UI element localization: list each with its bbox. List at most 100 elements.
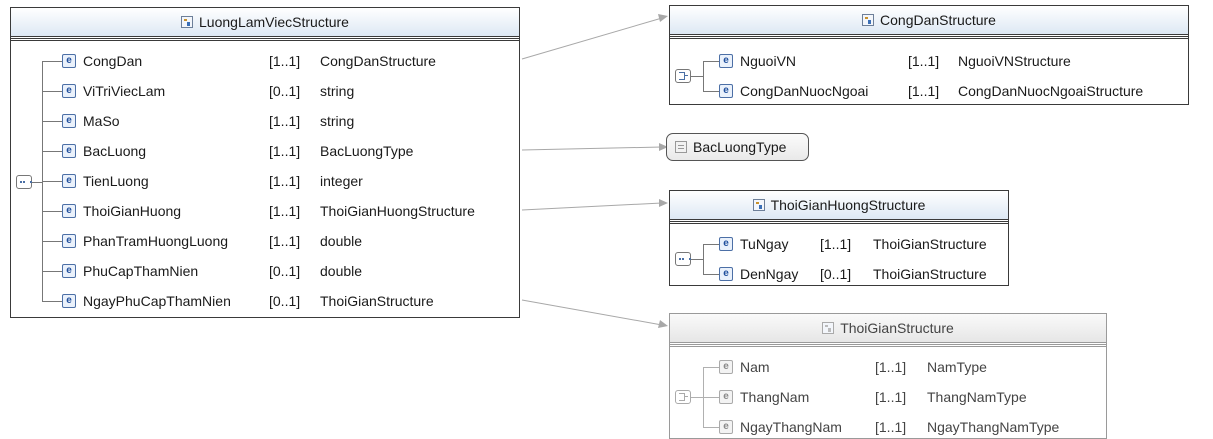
- congdan-box-title: CongDanStructure: [880, 12, 996, 28]
- element-icon: e: [62, 174, 76, 188]
- congdan-box-header[interactable]: CongDanStructure: [670, 6, 1188, 35]
- thoi-gian-huong-structure-box[interactable]: ThoiGianHuongStructure e TuNgay [1..1] T…: [669, 190, 1009, 286]
- element-type: double: [320, 263, 363, 279]
- element-row-ngaythangnam[interactable]: e NgayThangNam [1..1] NgayThangNamType: [670, 415, 1100, 439]
- branch-line: [42, 91, 62, 92]
- cong-dan-structure-box[interactable]: CongDanStructure e NguoiVN [1..1] NguoiV…: [669, 5, 1189, 105]
- luong-box-content: e CongDan [1..1] CongDanStructure e ViTr…: [11, 38, 519, 317]
- element-row-congdannuocngoai[interactable]: e CongDanNuocNgoai [1..1] CongDanNuocNgo…: [670, 79, 1185, 103]
- structure-icon: [752, 199, 765, 211]
- element-cardinality: [0..1]: [820, 266, 852, 282]
- branch-line: [703, 427, 719, 428]
- element-type: NguoiVNStructure: [958, 53, 1071, 69]
- element-cardinality: [1..1]: [875, 359, 907, 375]
- element-type: string: [320, 83, 355, 99]
- branch-line: [703, 91, 719, 92]
- element-row-thangnam[interactable]: e ThangNam [1..1] ThangNamType: [670, 385, 1100, 409]
- thoigianhuong-box-header[interactable]: ThoiGianHuongStructure: [670, 191, 1008, 220]
- element-cardinality: [1..1]: [269, 143, 301, 159]
- element-icon: e: [62, 114, 76, 128]
- luong-box-header[interactable]: LuongLamViecStructure: [11, 8, 519, 37]
- element-row-ngayphucapthamnien[interactable]: e NgayPhuCapThamNien [0..1] ThoiGianStru…: [11, 289, 511, 313]
- compositor-connector: [691, 76, 703, 77]
- element-cardinality: [0..1]: [269, 293, 301, 309]
- element-icon: e: [62, 264, 76, 278]
- structure-icon: [822, 322, 835, 334]
- element-cardinality: [1..1]: [269, 203, 301, 219]
- element-row-phantramhuongluong[interactable]: e PhanTramHuongLuong [1..1] double: [11, 229, 511, 253]
- element-type: ThoiGianHuongStructure: [320, 203, 475, 219]
- element-name: Nam: [740, 359, 770, 375]
- luong-lam-viec-structure-box[interactable]: LuongLamViecStructure e CongDan [1..1] C…: [10, 7, 520, 318]
- element-row-vitrivieclam[interactable]: e ViTriViecLam [0..1] string: [11, 79, 511, 103]
- element-cardinality: [0..1]: [269, 83, 301, 99]
- element-row-tienluong[interactable]: e TienLuong [1..1] integer: [11, 169, 511, 193]
- element-cardinality: [1..1]: [269, 113, 301, 129]
- element-name: NguoiVN: [740, 53, 797, 69]
- element-type: CongDanNuocNgoaiStructure: [958, 83, 1144, 99]
- element-row-denngay[interactable]: e DenNgay [0..1] ThoiGianStructure: [670, 262, 1005, 286]
- element-type: integer: [320, 173, 363, 189]
- branch-line: [42, 301, 62, 302]
- structure-icon: [181, 16, 194, 28]
- element-cardinality: [0..1]: [269, 263, 301, 279]
- thoigian-box-content: e Nam [1..1] NamType e ThangNam [1..1] T…: [670, 344, 1106, 438]
- thoigian-box-header[interactable]: ThoiGianStructure: [670, 314, 1106, 343]
- element-icon: e: [62, 144, 76, 158]
- element-icon: e: [719, 237, 733, 251]
- element-row-congdan[interactable]: e CongDan [1..1] CongDanStructure: [11, 49, 511, 73]
- element-name: ThangNam: [740, 389, 810, 405]
- branch-line: [703, 61, 719, 62]
- element-type: ThoiGianStructure: [873, 266, 987, 282]
- element-icon: e: [719, 420, 733, 434]
- simple-type-label: BacLuongType: [693, 139, 787, 155]
- arrow-head: [658, 14, 668, 22]
- branch-line: [42, 181, 62, 182]
- congdan-box-content: e NguoiVN [1..1] NguoiVNStructure e Cong…: [670, 36, 1188, 104]
- structure-icon: [862, 14, 875, 26]
- element-type: ThoiGianStructure: [873, 236, 987, 252]
- bac-luong-type-node[interactable]: BacLuongType: [666, 133, 809, 161]
- thoi-gian-structure-box[interactable]: ThoiGianStructure e Nam [1..1] NamType e…: [669, 313, 1107, 439]
- element-icon: e: [719, 390, 733, 404]
- element-name: TienLuong: [83, 173, 149, 189]
- element-name: MaSo: [83, 113, 120, 129]
- element-name: TuNgay: [740, 236, 789, 252]
- link-thoigianhuong: [521, 202, 663, 211]
- element-name: ThoiGianHuong: [83, 203, 182, 219]
- element-icon: e: [62, 54, 76, 68]
- element-row-phucapthamnien[interactable]: e PhuCapThamNien [0..1] double: [11, 259, 511, 283]
- element-cardinality: [1..1]: [875, 419, 907, 435]
- element-type: double: [320, 233, 363, 249]
- branch-line: [42, 151, 62, 152]
- branch-line: [703, 367, 719, 368]
- element-name: BacLuong: [83, 143, 147, 159]
- element-name: NgayPhuCapThamNien: [83, 293, 231, 309]
- element-icon: e: [62, 294, 76, 308]
- element-icon: e: [719, 267, 733, 281]
- element-icon: e: [62, 234, 76, 248]
- thoigianhuong-box-content: e TuNgay [1..1] ThoiGianStructure e DenN…: [670, 221, 1008, 285]
- element-row-bacluong[interactable]: e BacLuong [1..1] BacLuongType: [11, 139, 511, 163]
- element-cardinality: [1..1]: [908, 53, 940, 69]
- element-row-nam[interactable]: e Nam [1..1] NamType: [670, 355, 1100, 379]
- element-row-nguoivn[interactable]: e NguoiVN [1..1] NguoiVNStructure: [670, 49, 1185, 73]
- link-thoigian: [521, 299, 663, 326]
- thoigian-box-title: ThoiGianStructure: [840, 320, 954, 336]
- arrow-head: [658, 320, 668, 328]
- element-name: DenNgay: [740, 266, 799, 282]
- element-row-tungay[interactable]: e TuNgay [1..1] ThoiGianStructure: [670, 232, 1005, 256]
- element-icon: e: [62, 204, 76, 218]
- branch-line: [42, 61, 62, 62]
- element-cardinality: [1..1]: [820, 236, 852, 252]
- element-cardinality: [1..1]: [269, 233, 301, 249]
- element-type: NgayThangNamType: [927, 419, 1060, 435]
- element-name: CongDan: [83, 53, 143, 69]
- compositor-connector: [691, 259, 703, 260]
- element-type: BacLuongType: [320, 143, 414, 159]
- element-name: NgayThangNam: [740, 419, 842, 435]
- element-cardinality: [1..1]: [269, 53, 301, 69]
- element-row-maso[interactable]: e MaSo [1..1] string: [11, 109, 511, 133]
- element-type: CongDanStructure: [320, 53, 436, 69]
- element-row-thoigianhuong[interactable]: e ThoiGianHuong [1..1] ThoiGianHuongStru…: [11, 199, 511, 223]
